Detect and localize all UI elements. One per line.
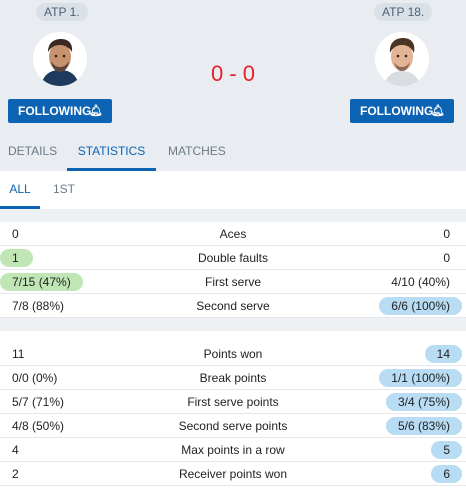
player-right-rank: ATP 18. [374,3,433,21]
stat-left-value: 7/15 (47%) [0,273,83,291]
stat-label: Max points in a row [181,443,285,457]
stat-row-first-serve: First serve 7/15 (47%) 4/10 (40%) [0,270,466,294]
stat-row-double-faults: Double faults 1 0 [0,246,466,270]
stat-row-aces: Aces 0 0 [0,222,466,246]
tab-matches[interactable]: MATCHES [168,138,226,171]
main-tabs: DETAILS STATISTICS MATCHES [0,138,466,171]
follow-button-right[interactable]: FOLLOWING 🔔︎ [350,99,454,123]
tab-details[interactable]: DETAILS [8,138,57,171]
stat-label: Aces [219,227,247,241]
stat-right-value: 0 [443,251,450,265]
stat-label: Double faults [197,251,269,265]
stat-left-value: 0 [12,227,19,241]
stat-left-value: 1 [0,249,33,267]
section-divider [0,209,466,222]
stat-row-break-points: Break points 0/0 (0%) 1/1 (100%) [0,366,466,390]
stat-left-value: 0/0 (0%) [12,371,58,385]
subtab-all[interactable]: ALL [0,171,40,209]
bell-icon: 🔔︎ [89,105,103,117]
stat-left-value: 7/8 (88%) [12,299,65,313]
section-divider [0,318,466,331]
player-left-rank: ATP 1. [36,3,88,21]
subtab-1st[interactable]: 1ST [53,171,75,209]
stat-right-value: 3/4 (75%) [385,393,462,411]
stat-row-second-serve: Second serve 7/8 (88%) 6/6 (100%) [0,294,466,318]
stat-right-value: 0 [443,227,450,241]
stat-right-value: 6/6 (100%) [379,297,462,315]
stat-right-value: 6 [431,465,462,483]
bell-icon: 🔔︎ [431,105,445,117]
stat-left-value: 4/8 (50%) [12,419,65,433]
stat-label: Receiver points won [178,467,288,481]
stat-row-second-serve-points: Second serve points 4/8 (50%) 5/6 (83%) [0,414,466,438]
stat-right-value: 14 [424,345,462,363]
follow-label: FOLLOWING [18,104,92,118]
stat-row-first-serve-points: First serve points 5/7 (71%) 3/4 (75%) [0,390,466,414]
match-score: 0 - 0 [210,61,256,86]
stat-left-value: 11 [12,347,25,361]
stat-row-receiver-points-won: Receiver points won 2 6 [0,462,466,486]
stat-row-max-points-in-a-row: Max points in a row 4 5 [0,438,466,462]
stat-left-value: 2 [12,467,19,481]
stat-label: Points won [203,347,263,361]
stat-right-value: 4/10 (40%) [391,275,450,289]
stat-right-value: 5 [431,441,462,459]
follow-label: FOLLOWING [360,104,434,118]
follow-button-left[interactable]: FOLLOWING 🔔︎ [8,99,112,123]
stat-right-value: 1/1 (100%) [379,369,462,387]
tab-statistics[interactable]: STATISTICS [67,138,156,171]
stat-row-points-won: Points won 11 14 [0,342,466,366]
stat-left-value: 4 [12,443,19,457]
stat-left-value: 5/7 (71%) [12,395,65,409]
stat-right-value: 5/6 (83%) [385,417,462,435]
period-tabs: ALL 1ST [0,171,466,209]
